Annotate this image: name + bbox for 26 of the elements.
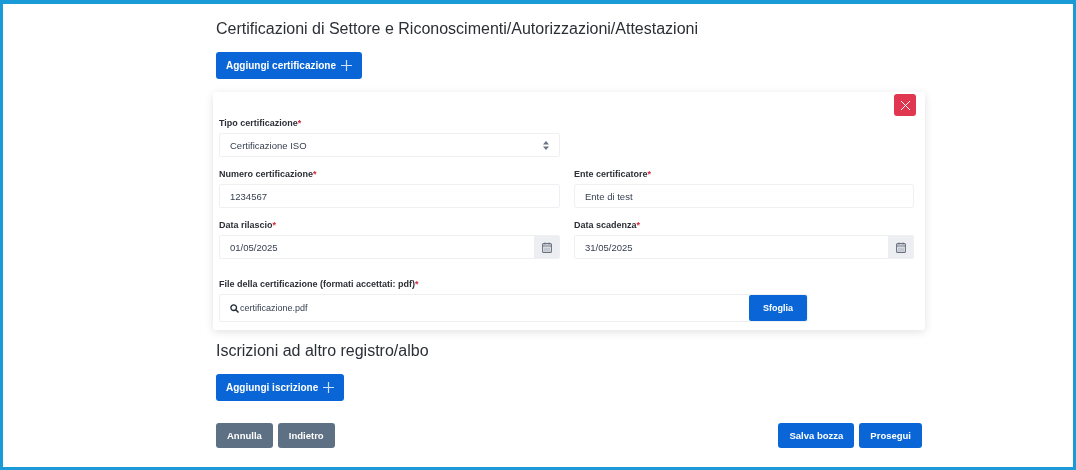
add-button[interactable]: Aggiungi iscrizione [216,374,345,401]
secondary-button[interactable]: Annulla [216,423,273,448]
close-button[interactable] [894,94,916,116]
field-label: Numero certificazione* [219,169,318,179]
field-label: Ente certificatore* [574,169,653,179]
field-label: Data scadenza* [574,220,642,230]
section-title: Certificazioni di Settore e Riconoscimenti/Autorizzazioni/Attestazioni [216,20,699,38]
primary-button[interactable]: Prosegui [859,423,922,448]
calendar-icon[interactable] [888,236,913,258]
date-field[interactable]: 31/05/2025 [574,235,914,259]
sort-icon [543,140,549,150]
calendar-icon[interactable] [534,236,559,258]
primary-button[interactable]: Salva bozza [778,423,855,448]
add-button[interactable]: Aggiungi certificazione [216,52,362,79]
close-icon [899,99,911,111]
date-field[interactable]: 01/05/2025 [219,235,560,259]
field-label: Tipo certificazione* [219,118,303,128]
field-label: File della certificazione (formati accettati: pdf)* [219,279,420,289]
input-field[interactable]: 1234567 [219,184,560,208]
plus-icon [323,382,335,393]
input-field[interactable]: Ente di test [574,184,914,208]
field-label: Data rilascio* [219,220,278,230]
plus-icon [341,60,352,71]
secondary-button[interactable]: Indietro [277,423,335,448]
select-field[interactable]: Certificazione ISO [219,133,560,157]
section-title: Iscrizioni ad altro registro/albo [216,342,430,360]
